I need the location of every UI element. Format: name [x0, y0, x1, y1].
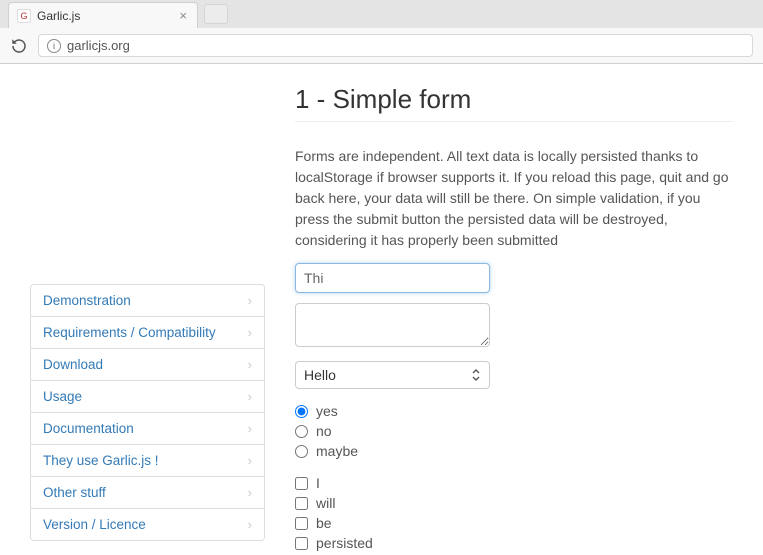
- checkbox-persisted[interactable]: [295, 537, 308, 550]
- sidebar-item-label: Documentation: [43, 421, 134, 436]
- address-field[interactable]: i garlicjs.org: [38, 34, 753, 57]
- sidebar-item-label: Requirements / Compatibility: [43, 325, 216, 340]
- chevron-right-icon: ›: [248, 453, 252, 468]
- url-text: garlicjs.org: [67, 38, 130, 53]
- checkbox-row-i[interactable]: I: [295, 475, 733, 491]
- message-textarea[interactable]: [295, 303, 490, 347]
- chevron-right-icon: ›: [248, 293, 252, 308]
- sidebar-item-download[interactable]: Download ›: [31, 349, 264, 381]
- checkbox-label: persisted: [316, 535, 373, 551]
- checkbox-row-be[interactable]: be: [295, 515, 733, 531]
- browser-tab[interactable]: G Garlic.js ×: [8, 2, 198, 28]
- checkbox-will[interactable]: [295, 497, 308, 510]
- sidebar-item-label: Usage: [43, 389, 82, 404]
- sidebar-item-label: They use Garlic.js !: [43, 453, 159, 468]
- page-content: Demonstration › Requirements / Compatibi…: [0, 64, 763, 555]
- chevron-right-icon: ›: [248, 485, 252, 500]
- chevron-right-icon: ›: [248, 357, 252, 372]
- sidebar-item-label: Demonstration: [43, 293, 131, 308]
- main-content: 1 - Simple form Forms are independent. A…: [295, 84, 733, 555]
- sidebar-item-requirements[interactable]: Requirements / Compatibility ›: [31, 317, 264, 349]
- sidebar-item-other-stuff[interactable]: Other stuff ›: [31, 477, 264, 509]
- radio-no[interactable]: [295, 425, 308, 438]
- sidebar-item-demonstration[interactable]: Demonstration ›: [31, 285, 264, 317]
- checkbox-i[interactable]: [295, 477, 308, 490]
- checkbox-label: will: [316, 495, 335, 511]
- sidebar-item-label: Other stuff: [43, 485, 106, 500]
- radio-label: maybe: [316, 443, 358, 459]
- sidebar-item-documentation[interactable]: Documentation ›: [31, 413, 264, 445]
- sidebar-nav: Demonstration › Requirements / Compatibi…: [30, 284, 265, 541]
- browser-chrome: G Garlic.js × i garlicjs.org: [0, 0, 763, 64]
- sidebar-item-label: Version / Licence: [43, 517, 146, 532]
- reload-icon[interactable]: [10, 37, 28, 55]
- tab-title: Garlic.js: [37, 9, 80, 23]
- greeting-select[interactable]: Hello: [295, 361, 490, 389]
- radio-label: yes: [316, 403, 338, 419]
- radio-row-no[interactable]: no: [295, 423, 733, 439]
- new-tab-button[interactable]: [204, 4, 228, 24]
- tab-bar: G Garlic.js ×: [0, 0, 763, 28]
- checkbox-label: I: [316, 475, 320, 491]
- form-description: Forms are independent. All text data is …: [295, 146, 733, 251]
- close-icon[interactable]: ×: [179, 9, 187, 22]
- address-bar: i garlicjs.org: [0, 28, 763, 63]
- checkbox-row-persisted[interactable]: persisted: [295, 535, 733, 551]
- radio-row-yes[interactable]: yes: [295, 403, 733, 419]
- chevron-right-icon: ›: [248, 389, 252, 404]
- chevron-right-icon: ›: [248, 421, 252, 436]
- site-info-icon[interactable]: i: [47, 39, 61, 53]
- sidebar-item-they-use[interactable]: They use Garlic.js ! ›: [31, 445, 264, 477]
- radio-yes[interactable]: [295, 405, 308, 418]
- name-input[interactable]: [295, 263, 490, 293]
- sidebar-item-label: Download: [43, 357, 103, 372]
- radio-row-maybe[interactable]: maybe: [295, 443, 733, 459]
- favicon-icon: G: [17, 9, 31, 23]
- radio-label: no: [316, 423, 332, 439]
- sidebar-item-version-licence[interactable]: Version / Licence ›: [31, 509, 264, 540]
- checkbox-row-will[interactable]: will: [295, 495, 733, 511]
- checkbox-be[interactable]: [295, 517, 308, 530]
- chevron-right-icon: ›: [248, 517, 252, 532]
- chevron-right-icon: ›: [248, 325, 252, 340]
- checkbox-label: be: [316, 515, 332, 531]
- radio-maybe[interactable]: [295, 445, 308, 458]
- page-heading: 1 - Simple form: [295, 84, 733, 122]
- sidebar-item-usage[interactable]: Usage ›: [31, 381, 264, 413]
